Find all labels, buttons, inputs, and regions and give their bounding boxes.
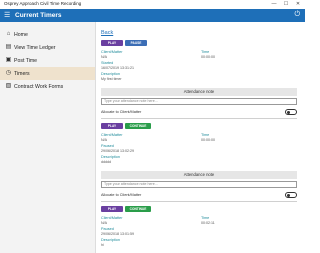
sidebar-item-home[interactable]: ⌂ Home xyxy=(0,28,95,41)
sidebar-item-label: Contract Work Forms xyxy=(14,84,64,90)
sidebar-item-label: Home xyxy=(14,32,28,38)
started-label: Started xyxy=(101,61,114,65)
attendance-note-header: Attendance note xyxy=(101,171,297,179)
paused-label: Paused xyxy=(101,144,114,148)
client-matter-value: N/A xyxy=(101,221,107,225)
sidebar-item-contract-work-forms[interactable]: ▧ Contract Work Forms xyxy=(0,80,95,93)
page-title: Current Timers xyxy=(15,12,62,19)
hamburger-icon[interactable]: ☰ xyxy=(4,12,10,19)
pause-button[interactable]: PAUSE xyxy=(125,40,147,46)
ledger-icon: ▤ xyxy=(5,44,12,50)
allocate-toggle[interactable] xyxy=(285,109,297,115)
app-header: ☰ Current Timers ⏻ xyxy=(0,9,305,22)
description-value: ddddd xyxy=(101,160,111,164)
sidebar-item-view-time-ledger[interactable]: ▤ View Time Ledger xyxy=(0,41,95,54)
attendance-note-input[interactable]: Type your attendance note here... xyxy=(101,181,297,188)
paused-label: Paused xyxy=(101,227,114,231)
description-value: hi xyxy=(101,243,104,247)
window-title: Osprey Approach Civil Time Recording xyxy=(4,1,82,6)
time-label: Time xyxy=(201,133,210,137)
attendance-note-input[interactable]: Type your attendance note here... xyxy=(101,98,297,105)
description-label: Description xyxy=(101,72,120,76)
time-label: Time xyxy=(201,216,210,220)
client-matter-label: Client/Matter xyxy=(101,133,123,137)
sidebar-item-label: Timers xyxy=(14,71,30,77)
sidebar-item-label: Post Time xyxy=(14,58,38,64)
description-label: Description xyxy=(101,238,120,242)
allocate-label: Allocate to Client/Matter xyxy=(101,193,142,197)
play-button[interactable]: PLAY xyxy=(101,123,123,129)
sidebar: ⌂ Home ▤ View Time Ledger ▣ Post Time ◷ … xyxy=(0,22,96,253)
paused-value: 29/06/2018 13:02:29 xyxy=(101,149,134,153)
sidebar-item-timers[interactable]: ◷ Timers xyxy=(0,67,95,80)
sidebar-item-post-time[interactable]: ▣ Post Time xyxy=(0,54,95,67)
time-value: 00:00:00 xyxy=(201,55,215,59)
client-matter-label: Client/Matter xyxy=(101,50,123,54)
time-label: Time xyxy=(201,50,210,54)
play-button[interactable]: PLAY xyxy=(101,40,123,46)
divider xyxy=(101,201,297,202)
continue-button[interactable]: CONTINUE xyxy=(125,206,151,212)
post-time-icon: ▣ xyxy=(5,57,12,63)
allocate-toggle[interactable] xyxy=(285,192,297,198)
client-matter-value: N/A xyxy=(101,55,107,59)
timer-icon: ◷ xyxy=(5,70,12,76)
divider xyxy=(101,118,297,119)
power-icon[interactable]: ⏻ xyxy=(294,11,300,19)
client-matter-value: N/A xyxy=(101,138,107,142)
back-link[interactable]: Back xyxy=(101,30,113,36)
client-matter-label: Client/Matter xyxy=(101,216,123,220)
allocate-label: Allocate to Client/Matter xyxy=(101,110,142,114)
maximize-icon[interactable]: ☐ xyxy=(281,1,291,7)
time-value: 00:00:00 xyxy=(201,138,215,142)
paused-value: 29/06/2018 13:01:59 xyxy=(101,232,134,236)
play-button[interactable]: PLAY xyxy=(101,206,123,212)
sidebar-item-label: View Time Ledger xyxy=(14,45,56,51)
time-value: 00:02:11 xyxy=(201,221,215,225)
attendance-note-header: Attendance note xyxy=(101,88,297,96)
description-label: Description xyxy=(101,155,120,159)
window-titlebar: Osprey Approach Civil Time Recording — ☐… xyxy=(0,0,305,9)
home-icon: ⌂ xyxy=(6,31,11,37)
minimize-icon[interactable]: — xyxy=(269,1,279,7)
description-value: My first timer xyxy=(101,77,122,81)
close-icon[interactable]: ✕ xyxy=(293,1,303,7)
form-icon: ▧ xyxy=(5,83,12,89)
timers-panel: Back PLAY PAUSE Client/Matter N/A Time 0… xyxy=(96,22,305,253)
continue-button[interactable]: CONTINUE xyxy=(125,123,151,129)
started-value: 16/07/2019 13:31:21 xyxy=(101,66,134,70)
